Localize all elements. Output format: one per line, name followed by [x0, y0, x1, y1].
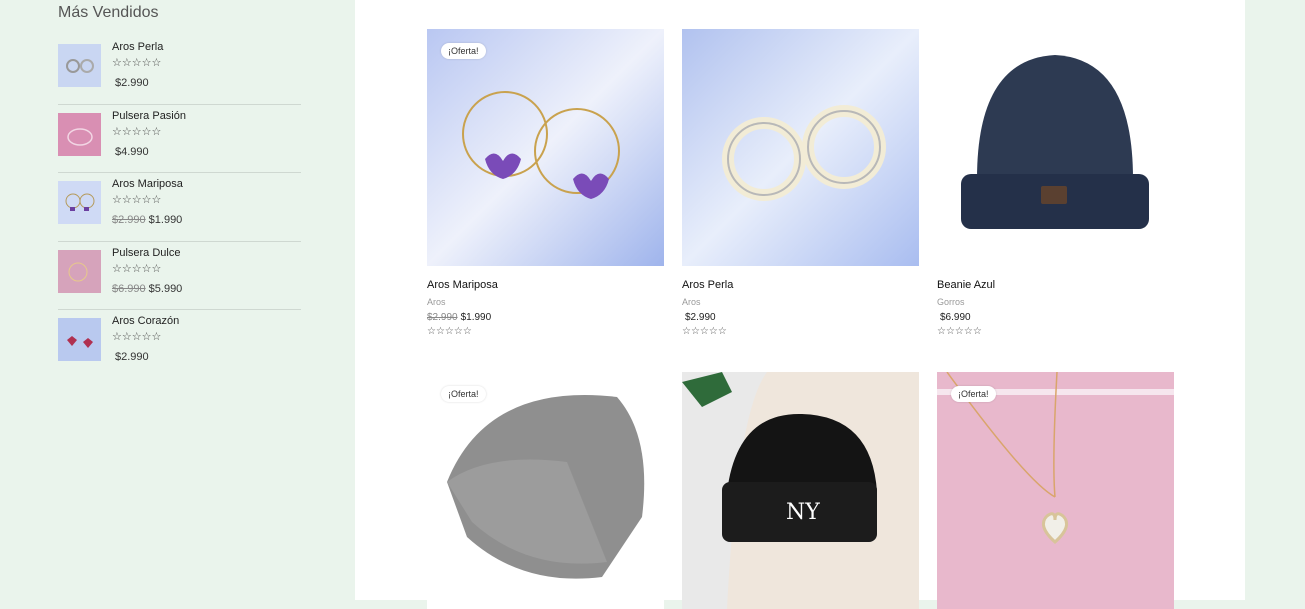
rating-stars-icon: ☆☆☆☆☆ [937, 326, 982, 337]
best-seller-item[interactable]: Aros Perla ☆☆☆☆☆ $2.990 [58, 36, 301, 105]
right-background [1245, 0, 1305, 600]
svg-text:NY: NY [786, 500, 820, 525]
product-name[interactable]: Aros Perla [682, 279, 919, 291]
product-image[interactable] [937, 29, 1174, 266]
product-name[interactable]: Pulsera Pasión [112, 110, 186, 122]
product-thumbnail[interactable] [58, 318, 101, 361]
product-thumbnail[interactable] [58, 249, 101, 293]
current-price: $4.990 [115, 145, 149, 158]
product-image[interactable]: NY [682, 372, 919, 609]
product-image[interactable] [682, 29, 919, 266]
product-card[interactable]: NY [682, 372, 919, 609]
current-price: $6.990 [940, 312, 971, 323]
product-name[interactable]: Aros Perla [112, 41, 163, 53]
product-category[interactable]: Aros [682, 297, 919, 307]
rating-stars-icon: ☆☆☆☆☆ [427, 326, 472, 337]
old-price: $2.990 [112, 214, 146, 226]
rating-stars-icon: ☆☆☆☆☆ [112, 262, 162, 275]
old-price: $6.990 [112, 282, 146, 295]
product-price: $6.990 [937, 312, 1174, 323]
product-price: $2.990 $1.990 [427, 312, 664, 323]
product-name[interactable]: Aros Mariposa [112, 178, 183, 190]
current-price: $2.990 [115, 351, 149, 363]
product-price: $2.990 [112, 77, 149, 89]
product-name[interactable]: Beanie Azul [937, 279, 1174, 291]
product-image[interactable]: ¡Oferta! [427, 29, 664, 266]
sale-badge: ¡Oferta! [441, 386, 486, 402]
best-seller-item[interactable]: Aros Corazón ☆☆☆☆☆ $2.990 [58, 310, 301, 379]
product-price: $2.990 $1.990 [112, 214, 182, 226]
product-thumbnail[interactable] [58, 181, 101, 224]
rating-stars-icon: ☆☆☆☆☆ [112, 331, 162, 343]
sale-badge: ¡Oferta! [951, 386, 996, 402]
product-category[interactable]: Gorros [937, 297, 1174, 307]
current-price: $1.990 [460, 312, 492, 323]
best-seller-item[interactable]: Pulsera Dulce ☆☆☆☆☆ $6.990 $5.990 [58, 242, 301, 310]
best-seller-item[interactable]: Aros Mariposa ☆☆☆☆☆ $2.990 $1.990 [58, 173, 301, 242]
product-price: $6.990 $5.990 [112, 283, 182, 295]
current-price: $2.990 [685, 312, 716, 323]
product-card[interactable]: ¡Oferta! Aros Mariposa Aros $2.990 $1.990… [427, 29, 664, 337]
rating-stars-icon: ☆☆☆☆☆ [112, 125, 162, 138]
product-category[interactable]: Aros [427, 297, 664, 307]
product-price: $2.990 [682, 312, 919, 323]
current-price: $2.990 [115, 77, 149, 89]
product-name[interactable]: Aros Mariposa [427, 279, 664, 291]
best-seller-item[interactable]: Pulsera Pasión ☆☆☆☆☆ $4.990 [58, 105, 301, 173]
product-thumbnail[interactable] [58, 44, 101, 87]
product-card[interactable]: ¡Oferta! [937, 372, 1174, 609]
product-grid: ¡Oferta! Aros Mariposa Aros $2.990 $1.990… [355, 0, 1245, 609]
current-price: $5.990 [148, 282, 183, 295]
product-name[interactable]: Pulsera Dulce [112, 247, 180, 259]
best-sellers-list: Aros Perla ☆☆☆☆☆ $2.990 Pulsera Pasión ☆… [58, 36, 301, 379]
old-price: $2.990 [427, 312, 458, 323]
product-card[interactable]: ¡Oferta! [427, 372, 664, 609]
current-price: $1.990 [148, 214, 183, 226]
product-card[interactable]: Aros Perla Aros $2.990 ☆☆☆☆☆ [682, 29, 919, 337]
best-sellers-title: Más Vendidos [58, 4, 159, 21]
sale-badge: ¡Oferta! [441, 43, 486, 59]
product-price: $4.990 [112, 146, 149, 158]
rating-stars-icon: ☆☆☆☆☆ [112, 194, 162, 206]
product-card[interactable]: Beanie Azul Gorros $6.990 ☆☆☆☆☆ [937, 29, 1174, 337]
product-image[interactable]: ¡Oferta! [427, 372, 664, 609]
product-image[interactable]: ¡Oferta! [937, 372, 1174, 609]
sidebar: Más Vendidos Aros Perla ☆☆☆☆☆ $2.990 Pul… [0, 0, 355, 600]
product-price: $2.990 [112, 351, 149, 363]
product-thumbnail[interactable] [58, 112, 101, 156]
product-name[interactable]: Aros Corazón [112, 315, 179, 327]
rating-stars-icon: ☆☆☆☆☆ [112, 57, 162, 69]
rating-stars-icon: ☆☆☆☆☆ [682, 326, 727, 337]
